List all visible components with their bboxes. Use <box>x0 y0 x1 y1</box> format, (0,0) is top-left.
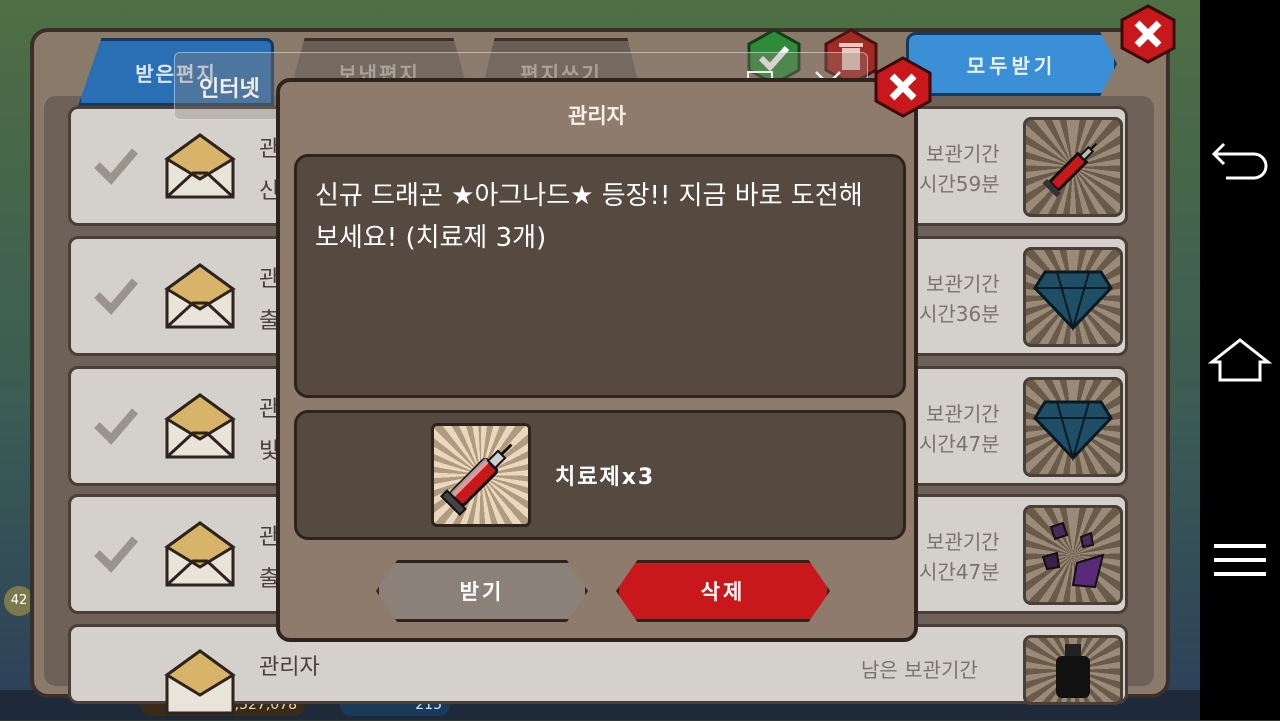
reward-box: 치료제x3 <box>294 410 906 540</box>
expire-label: 보관기간 <box>926 272 1000 296</box>
browser-title: 인터넷 <box>199 77 260 102</box>
dialog-close-icon[interactable] <box>872 56 934 118</box>
envelope-icon <box>163 261 237 331</box>
mailbox-close-icon[interactable] <box>1118 4 1178 64</box>
checkmark-icon[interactable] <box>91 269 141 319</box>
mail-expire: 남은 보관기간 <box>861 655 978 685</box>
home-icon[interactable] <box>1200 320 1280 400</box>
expire-time: 시간36분 <box>919 302 1000 326</box>
reward-item-slot <box>431 423 531 527</box>
reward-label: 치료제x3 <box>555 465 656 490</box>
message-text: 신규 드래곤 ★아그나드★ 등장!! 지금 바로 도전해보세요! (치료제 3개… <box>315 181 863 253</box>
receive-button[interactable]: 받기 <box>376 560 588 622</box>
diamond-icon <box>1033 270 1113 332</box>
receive-all-button[interactable]: 모두받기 <box>906 32 1117 96</box>
checkmark-icon[interactable] <box>91 527 141 577</box>
mail-expire: 보관기간시간59분 <box>919 139 1000 199</box>
checkmark-icon[interactable] <box>91 399 141 449</box>
dialog-title: 관리자 <box>568 104 626 128</box>
diamond-icon <box>1033 400 1113 462</box>
syringe-icon <box>1042 142 1098 198</box>
message-box: 신규 드래곤 ★아그나드★ 등장!! 지금 바로 도전해보세요! (치료제 3개… <box>294 154 906 398</box>
expire-label: 보관기간 <box>926 530 1000 554</box>
mail-item-slot <box>1023 117 1123 217</box>
mail-expire: 보관기간시간47분 <box>919 399 1000 459</box>
envelope-icon <box>163 131 237 201</box>
expire-time: 시간47분 <box>919 560 1000 584</box>
expire-label: 보관기간 <box>926 402 1000 426</box>
expire-label: 보관기간 <box>926 142 1000 166</box>
potion-bottle-icon <box>1056 644 1090 698</box>
back-icon[interactable] <box>1200 120 1280 200</box>
syringe-icon <box>439 443 513 517</box>
crystal-shards-icon <box>1041 521 1105 589</box>
mail-sender: 관리자 <box>259 655 320 680</box>
expire-time: 시간59분 <box>919 172 1000 196</box>
mail-detail-dialog: 관리자 신규 드래곤 ★아그나드★ 등장!! 지금 바로 도전해보세요! (치료… <box>276 78 918 642</box>
mail-item-slot <box>1023 377 1123 477</box>
mail-expire: 보관기간시간47분 <box>919 527 1000 587</box>
menu-icon[interactable] <box>1200 520 1280 600</box>
envelope-icon <box>163 647 237 717</box>
expire-label: 남은 보관기간 <box>861 658 978 682</box>
mail-item-slot <box>1023 247 1123 347</box>
envelope-icon <box>163 391 237 461</box>
mail-item-slot <box>1023 635 1123 705</box>
mail-item-slot <box>1023 505 1123 605</box>
checkmark-icon[interactable] <box>91 139 141 189</box>
system-nav-bar <box>1200 0 1280 720</box>
envelope-icon <box>163 519 237 589</box>
delete-button[interactable]: 삭제 <box>616 560 830 622</box>
expire-time: 시간47분 <box>919 432 1000 456</box>
mail-expire: 보관기간시간36분 <box>919 269 1000 329</box>
